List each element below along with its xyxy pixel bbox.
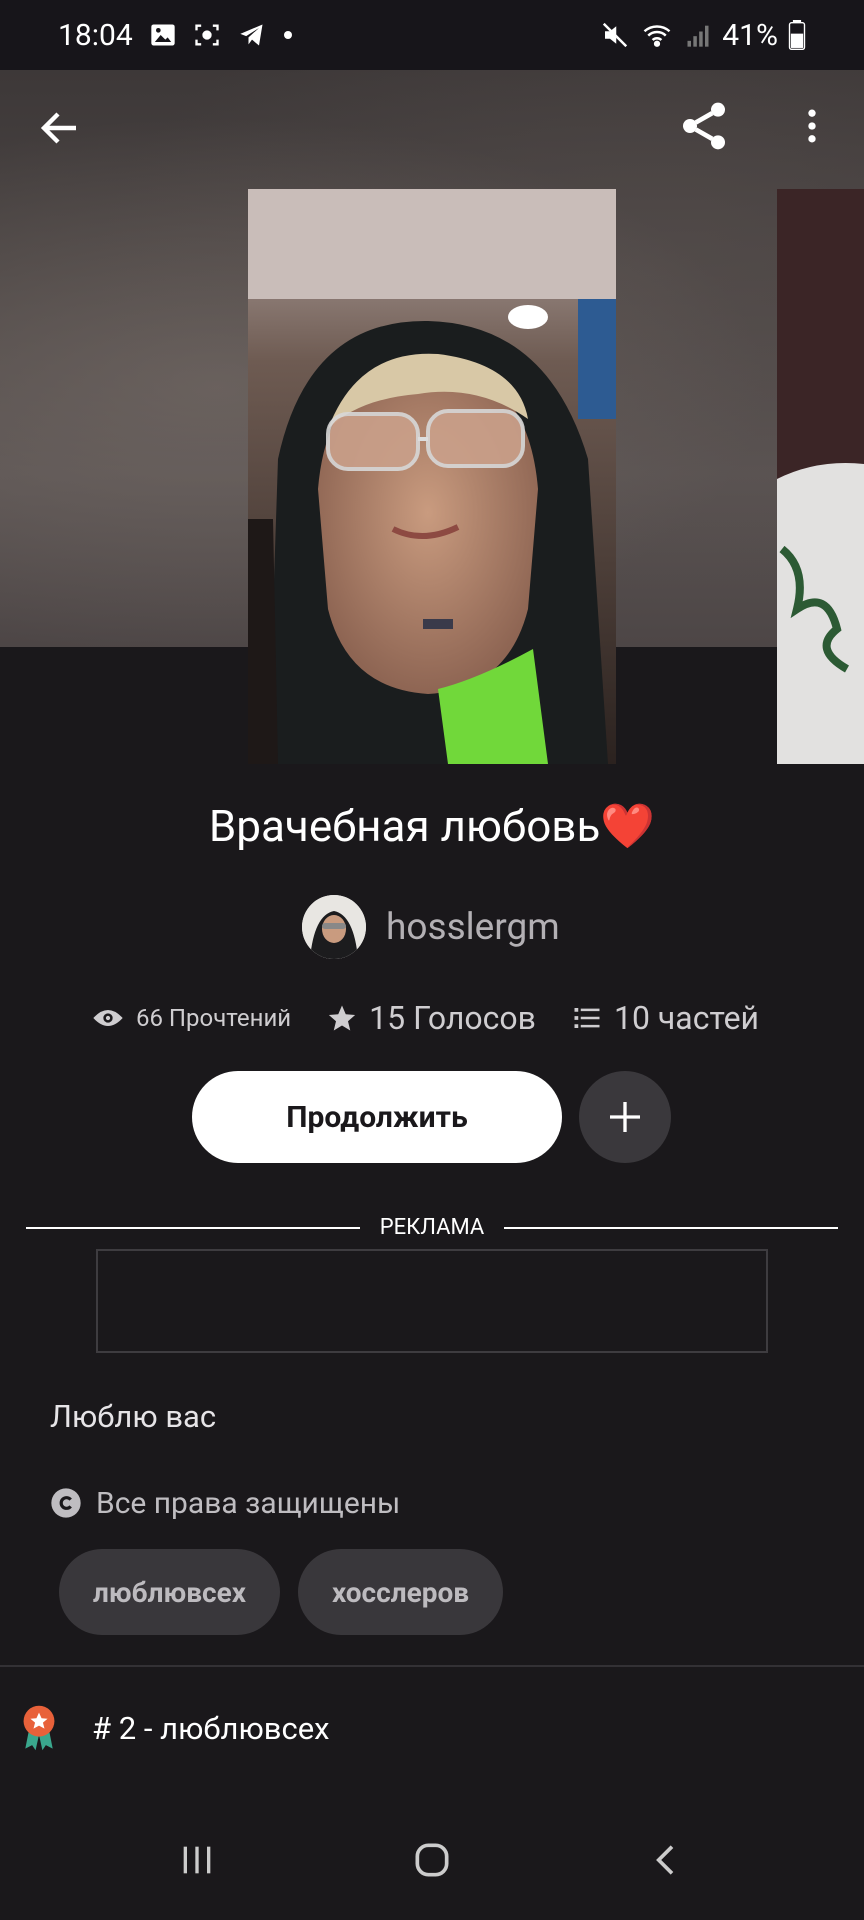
nav-back-icon (655, 1845, 673, 1875)
ad-line-right (504, 1227, 838, 1229)
copyright-text: Все права защищены (96, 1485, 401, 1521)
back-button[interactable] (627, 1820, 707, 1900)
more-vertical-icon[interactable] (790, 100, 834, 152)
story-description: Люблю вас (50, 1398, 217, 1435)
author-name[interactable]: hosslergm (386, 906, 560, 949)
views-count: 66 Прочтений (136, 1004, 292, 1032)
tag-list: люблювсех хосслеров (59, 1549, 504, 1635)
tag-chip[interactable]: хосслеров (297, 1549, 504, 1635)
wifi-icon (643, 25, 671, 47)
ranking-row[interactable]: # 2 - люблювсех (18, 1700, 330, 1756)
stat-views: 66 Прочтений (92, 1004, 291, 1032)
home-icon (415, 1843, 449, 1877)
divider (0, 1665, 864, 1667)
next-cover-image (777, 189, 864, 764)
system-nav-bar (0, 1800, 864, 1920)
cover-image (248, 189, 616, 764)
star-icon (329, 1005, 356, 1031)
eye-icon (93, 1010, 123, 1026)
avatar-image (302, 895, 366, 959)
battery-percent: 41% (722, 17, 778, 53)
telegram-icon (240, 24, 263, 46)
ad-slot[interactable] (96, 1249, 768, 1353)
status-bar: 18:04 41% (0, 0, 864, 70)
recent-apps-icon (183, 1846, 211, 1874)
copyright-icon (51, 1488, 81, 1518)
copyright-row: Все права защищены (50, 1481, 400, 1525)
next-story-cover[interactable] (777, 189, 864, 764)
avatar[interactable] (302, 895, 366, 959)
story-stats: 66 Прочтений 15 Голосов 10 частей (92, 993, 795, 1043)
ad-divider: РЕКЛАМА (26, 1213, 838, 1243)
ranking-badge-icon (23, 1705, 55, 1751)
screen-record-icon (195, 24, 219, 46)
battery-icon (788, 20, 806, 50)
parts-count: 10 частей (613, 999, 760, 1037)
tag-chip[interactable]: люблювсех (59, 1549, 280, 1635)
back-arrow-icon[interactable] (36, 104, 84, 152)
votes-count: 15 Голосов (369, 999, 536, 1037)
story-cover[interactable] (248, 189, 616, 764)
ranking-text: # 2 - люблювсех (92, 1709, 330, 1747)
stat-parts: 10 частей (572, 999, 759, 1037)
stat-votes: 15 Голосов (327, 999, 536, 1037)
top-app-bar (0, 70, 864, 190)
plus-icon (610, 1102, 640, 1132)
signal-icon (687, 25, 709, 47)
list-icon (574, 1008, 600, 1028)
home-button[interactable] (392, 1820, 472, 1900)
recent-apps-button[interactable] (157, 1820, 237, 1900)
status-time: 18:04 (58, 17, 133, 53)
status-right: 41% (600, 18, 806, 53)
continue-reading-button[interactable]: Продолжить (192, 1071, 562, 1163)
author-row[interactable]: hosslergm (302, 895, 560, 959)
story-title: Врачебная любовь❤️ (208, 800, 656, 852)
dot-icon (283, 31, 292, 39)
gallery-icon (151, 24, 175, 46)
share-icon[interactable] (676, 98, 732, 154)
status-left: 18:04 (58, 18, 293, 53)
add-to-library-button[interactable] (579, 1071, 671, 1163)
mute-icon (603, 22, 628, 48)
